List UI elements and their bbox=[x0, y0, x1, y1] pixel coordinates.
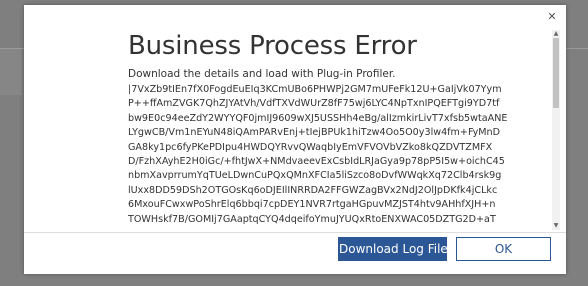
log-line: lUxx8DD59DSh2OTGOsKq6oDJEIlINRRDA2FFGWZa… bbox=[128, 184, 498, 196]
dialog-title: Business Process Error bbox=[128, 31, 417, 61]
log-line: LYgwCB/Vm1nEYuN48iQAmPARvEnj+tIejBPUk1hi… bbox=[128, 127, 501, 139]
dialog-subtitle: Download the details and load with Plug-… bbox=[128, 68, 396, 80]
scrollbar-thumb[interactable] bbox=[553, 38, 559, 108]
background-panel bbox=[0, 49, 22, 95]
log-line: P++ffAmZVGK7QhZJYAtVh/VdfTXVdWUrZ8fF75wj… bbox=[128, 98, 500, 110]
log-line: 6MxouFCwxwPoShrElq6bbqi7cpDEY1NVR7rtgaHG… bbox=[128, 199, 496, 211]
download-log-file-button[interactable]: Download Log File bbox=[338, 237, 448, 261]
error-dialog: ✕ Business Process Error Download the de… bbox=[24, 5, 566, 274]
log-line: bw9E0c94eeZdY2WYYQF0jmIJ9609wXJ5USSHh4eB… bbox=[128, 112, 508, 124]
scroll-up-arrow-icon[interactable]: ▲ bbox=[552, 30, 560, 38]
close-icon[interactable]: ✕ bbox=[544, 9, 560, 25]
ok-button[interactable]: OK bbox=[456, 237, 551, 261]
log-line: |7VxZb9tIEn7fX0FogdEuEIq3KCmUBo6PHWPj2GM… bbox=[128, 84, 502, 95]
log-line: D/FzhXAyhE2H0iGc/+fhtJwX+NMdvaeevExCsbId… bbox=[128, 156, 505, 168]
log-line: GA8ky1pc6fyPKePDIpu4HWDQYRvvQWaqbIyEmVFV… bbox=[128, 141, 493, 153]
scroll-down-arrow-icon[interactable]: ▼ bbox=[552, 222, 560, 230]
log-line: nbmXavprrumYqTUeLDwnCuPQxQMnXFCIa5liSzco… bbox=[128, 170, 502, 182]
vertical-scrollbar[interactable]: ▲ ▼ bbox=[552, 30, 560, 230]
error-log-text: |7VxZb9tIEn7fX0FogdEuEIq3KCmUBo6PHWPj2GM… bbox=[128, 83, 546, 227]
error-details: Download the details and load with Plug-… bbox=[128, 66, 546, 230]
footer-divider bbox=[24, 232, 566, 233]
log-line: TOWHskf7B/GOMIj7GAaptqCYQ4dqeifoYmuJYUQx… bbox=[128, 213, 496, 225]
